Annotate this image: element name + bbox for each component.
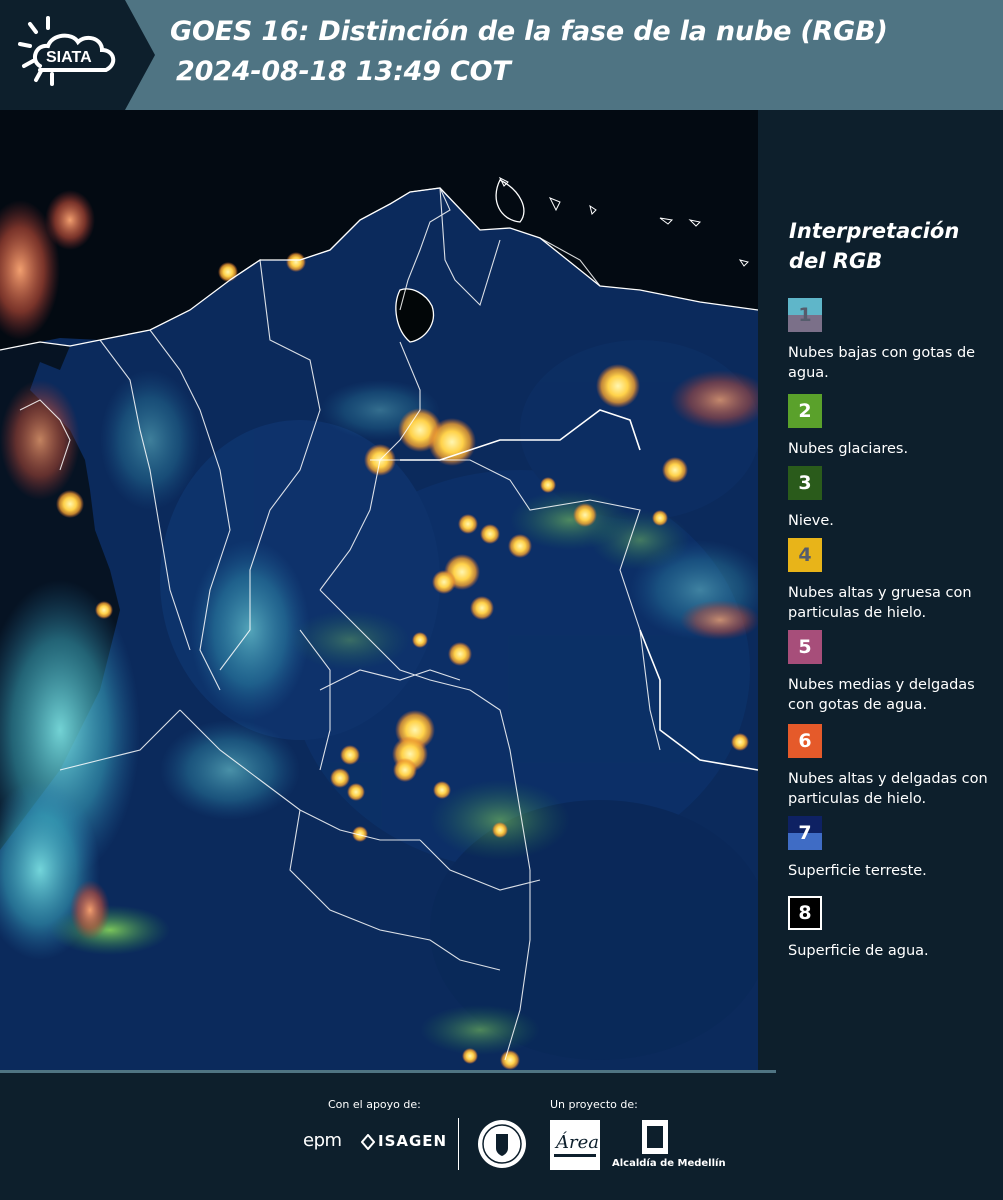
satellite-map-image — [0, 110, 758, 1070]
legend-number-2: 2 — [798, 400, 812, 422]
legend-number-8: 8 — [798, 902, 812, 924]
footer: Con el apoyo de: Un proyecto de: epm ISA… — [0, 1070, 1003, 1200]
legend-swatch-2: 2 — [788, 394, 822, 428]
support-label: Con el apoyo de: — [328, 1098, 421, 1111]
legend-panel: Interpretación del RGB 1 Nubes bajas con… — [758, 110, 1003, 1070]
legend-label-7: Superficie terreste. — [788, 863, 927, 879]
legend-number-3: 3 — [798, 472, 812, 494]
siata-logo-icon: SIATA — [0, 0, 155, 110]
legend-label-1: Nubes bajas con gotas de agua. — [788, 345, 976, 381]
legend-label-2: Nubes glaciares. — [788, 441, 909, 457]
medellin-seal-icon[interactable] — [476, 1118, 528, 1170]
legend-item-7: 7 Superficie terreste. — [788, 816, 1000, 881]
legend-swatch-3: 3 — [788, 466, 822, 500]
page-timestamp: 2024-08-18 13:49 COT — [176, 56, 511, 87]
legend-swatch-7: 7 — [788, 816, 822, 850]
legend-number-7: 7 — [798, 822, 812, 844]
siata-logo-text: SIATA — [46, 49, 92, 66]
legend-label-6: Nubes altas y delgadas con particulas de… — [788, 771, 988, 807]
legend-item-4: 4 Nubes altas y gruesa con particulas de… — [788, 538, 1000, 623]
satellite-map[interactable] — [0, 110, 758, 1070]
legend-label-8: Superficie de agua. — [788, 943, 929, 959]
legend-item-6: 6 Nubes altas y delgadas con particulas … — [788, 724, 1000, 809]
legend-swatch-8: 8 — [788, 896, 822, 930]
legend-item-5: 5 Nubes medias y delgadas con gotas de a… — [788, 630, 1000, 715]
legend-number-4: 4 — [798, 544, 812, 566]
legend-item-2: 2 Nubes glaciares. — [788, 394, 1000, 459]
alcaldia-label: Alcaldía de Medellín — [612, 1158, 726, 1169]
area-metropolitana-logo[interactable]: Área Metropolitana — [550, 1120, 600, 1170]
footer-divider — [458, 1118, 459, 1170]
isagen-logo[interactable]: ISAGEN — [378, 1132, 447, 1150]
legend-item-8: 8 Superficie de agua. — [788, 896, 1000, 961]
epm-logo[interactable]: epm — [303, 1130, 342, 1151]
header-bar: SIATA GOES 16: Distinción de la fase de … — [0, 0, 1003, 110]
project-label: Un proyecto de: — [550, 1098, 638, 1111]
area-logo-text: Área Metropolitana — [554, 1130, 600, 1153]
siata-logo[interactable]: SIATA — [0, 0, 155, 110]
isagen-mark-icon — [361, 1134, 375, 1150]
legend-swatch-4: 4 — [788, 538, 822, 572]
alcaldia-shield-icon[interactable] — [612, 1118, 702, 1158]
legend-item-3: 3 Nieve. — [788, 466, 1000, 531]
legend-title: Interpretación del RGB — [789, 219, 960, 273]
legend-label-4: Nubes altas y gruesa con particulas de h… — [788, 585, 972, 621]
legend-label-5: Nubes medias y delgadas con gotas de agu… — [788, 677, 975, 713]
legend-swatch-6: 6 — [788, 724, 822, 758]
legend-label-3: Nieve. — [788, 513, 834, 529]
legend-swatch-1: 1 — [788, 298, 822, 332]
footer-strip — [0, 1070, 776, 1073]
legend-swatch-5: 5 — [788, 630, 822, 664]
legend-item-1: 1 Nubes bajas con gotas de agua. — [788, 298, 1000, 383]
page-title: GOES 16: Distinción de la fase de la nub… — [170, 16, 888, 47]
legend-number-1: 1 — [798, 304, 812, 326]
legend-number-6: 6 — [798, 730, 812, 752]
legend-number-5: 5 — [798, 636, 812, 658]
